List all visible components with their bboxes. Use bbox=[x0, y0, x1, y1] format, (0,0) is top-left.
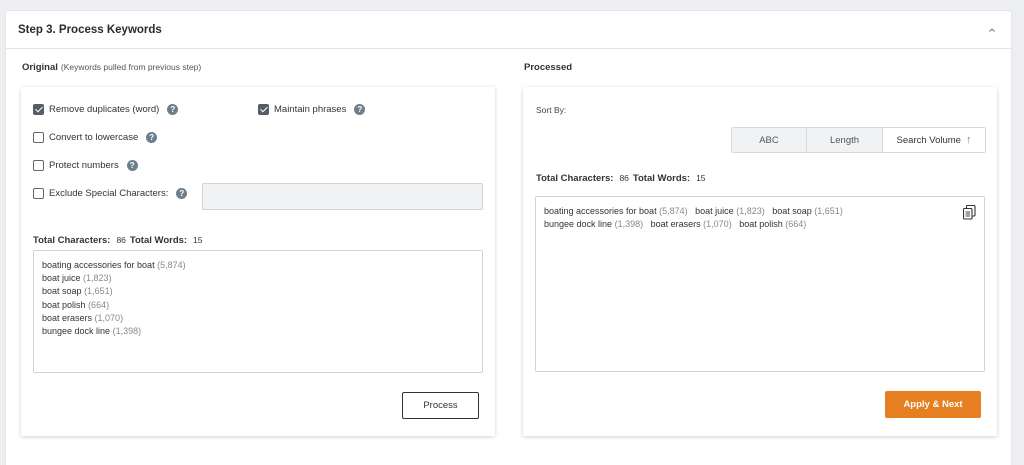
processed-card: Sort By: ABC Length Search Volume ↑ Tota… bbox=[523, 87, 997, 436]
exclude-special-option[interactable]: Exclude Special Characters: ? bbox=[33, 188, 188, 199]
sort-by-label: Sort By: bbox=[536, 105, 567, 115]
help-icon[interactable]: ? bbox=[126, 160, 138, 171]
list-item: bungee dock line (1,398) bbox=[544, 219, 644, 230]
total-words-value: 15 bbox=[696, 173, 706, 183]
remove-duplicates-label: Remove duplicates (word) bbox=[49, 104, 160, 115]
maintain-phrases-checkbox[interactable] bbox=[258, 104, 269, 115]
list-item: boat erasers (1,070) bbox=[42, 312, 124, 323]
lowercase-label: Convert to lowercase bbox=[49, 132, 139, 143]
original-keywords-box[interactable]: boating accessories for boat (5,874) boa… bbox=[33, 250, 483, 373]
list-item: boat soap (1,651) bbox=[772, 206, 843, 216]
apply-next-button[interactable]: Apply & Next bbox=[885, 391, 981, 418]
protect-numbers-checkbox[interactable] bbox=[33, 160, 44, 171]
help-icon[interactable]: ? bbox=[354, 104, 366, 115]
total-characters-value: 86 bbox=[116, 235, 126, 245]
sort-arrow-up-icon: ↑ bbox=[965, 134, 972, 146]
copy-icon[interactable] bbox=[963, 205, 976, 220]
original-label: Original bbox=[22, 62, 58, 73]
sort-search-volume-button[interactable]: Search Volume ↑ bbox=[883, 128, 985, 152]
exclude-special-label: Exclude Special Characters: bbox=[49, 188, 169, 199]
list-item: bungee dock line (1,398) bbox=[42, 326, 142, 337]
special-characters-input[interactable] bbox=[202, 183, 483, 210]
protect-numbers-option[interactable]: Protect numbers ? bbox=[33, 160, 138, 171]
chevron-up-icon[interactable] bbox=[987, 25, 997, 35]
exclude-special-checkbox[interactable] bbox=[33, 188, 44, 199]
processed-heading: Processed bbox=[524, 62, 572, 73]
original-heading: Original (Keywords pulled from previous s… bbox=[22, 62, 201, 73]
original-sublabel: (Keywords pulled from previous step) bbox=[60, 62, 202, 72]
remove-duplicates-option[interactable]: Remove duplicates (word) ? bbox=[33, 104, 179, 115]
list-item: boat polish (664) bbox=[739, 219, 807, 230]
total-words-value: 15 bbox=[193, 235, 203, 245]
maintain-phrases-label: Maintain phrases bbox=[274, 104, 347, 115]
original-stats: Total Characters: 86 Total Words: 15 bbox=[33, 235, 207, 246]
maintain-phrases-option[interactable]: Maintain phrases ? bbox=[258, 104, 366, 115]
panel-title: Step 3. Process Keywords bbox=[18, 24, 162, 36]
lowercase-option[interactable]: Convert to lowercase ? bbox=[33, 132, 158, 143]
list-item: boating accessories for boat (5,874) bbox=[544, 206, 688, 216]
list-item: boat soap (1,651) bbox=[42, 286, 113, 297]
process-keywords-panel: Step 3. Process Keywords Original (Keywor… bbox=[5, 10, 1012, 465]
protect-numbers-label: Protect numbers bbox=[49, 160, 119, 171]
sort-button-group: ABC Length Search Volume ↑ bbox=[731, 127, 986, 153]
processed-line: boating accessories for boat (5,874) boa… bbox=[544, 205, 958, 218]
sort-search-volume-label: Search Volume bbox=[896, 134, 961, 146]
processed-keywords-box[interactable]: boating accessories for boat (5,874) boa… bbox=[535, 196, 985, 372]
help-icon[interactable]: ? bbox=[176, 188, 188, 199]
original-card: Remove duplicates (word) ? Maintain phra… bbox=[21, 87, 495, 436]
panel-header[interactable]: Step 3. Process Keywords bbox=[6, 11, 1011, 49]
list-item: boating accessories for boat (5,874) bbox=[42, 260, 186, 270]
total-characters-label: Total Characters: bbox=[536, 173, 614, 184]
total-words-label: Total Words: bbox=[129, 235, 188, 246]
total-words-label: Total Words: bbox=[632, 173, 691, 184]
processed-label: Processed bbox=[524, 62, 573, 73]
process-button[interactable]: Process bbox=[402, 392, 479, 419]
lowercase-checkbox[interactable] bbox=[33, 132, 44, 143]
remove-duplicates-checkbox[interactable] bbox=[33, 104, 44, 115]
total-characters-value: 86 bbox=[619, 173, 629, 183]
list-item: boat juice (1,823) bbox=[695, 206, 765, 216]
processed-line: bungee dock line (1,398) boat erasers (1… bbox=[544, 218, 958, 231]
sort-length-button[interactable]: Length bbox=[807, 128, 883, 152]
help-icon[interactable]: ? bbox=[167, 104, 179, 115]
list-item: boat erasers (1,070) bbox=[650, 219, 732, 230]
list-item: boat juice (1,823) bbox=[42, 273, 112, 284]
help-icon[interactable]: ? bbox=[146, 132, 158, 143]
processed-stats: Total Characters: 86 Total Words: 15 bbox=[536, 173, 710, 184]
total-characters-label: Total Characters: bbox=[33, 235, 111, 246]
sort-abc-button[interactable]: ABC bbox=[732, 128, 807, 152]
list-item: boat polish (664) bbox=[42, 299, 110, 310]
